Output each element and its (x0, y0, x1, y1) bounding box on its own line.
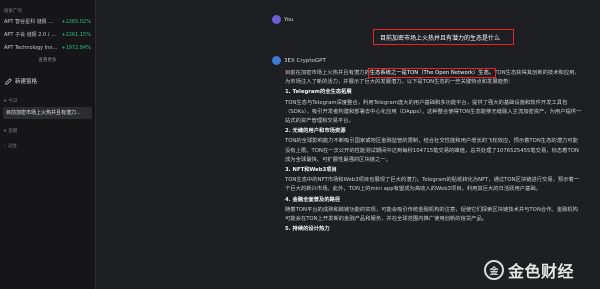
chevron-down-icon: ▾ (4, 128, 7, 134)
new-chat-button[interactable]: 新建窗格 (0, 77, 95, 85)
section-title: 3. NFT和Web3项目 (285, 167, 337, 174)
older-label: 过往 (7, 144, 17, 149)
bot-avatar (272, 56, 281, 65)
brand-logo-text: 金色财经 (508, 262, 575, 281)
section-title: 4. 金融全面普及的路径 (285, 196, 341, 203)
view-more-link[interactable]: 查看更多 (0, 57, 95, 63)
section-body: TON的全球影响能力不断吸引国家或地区金融监管的限制，结合社交性能和用户增长的飞… (285, 138, 579, 163)
user-name: You (284, 17, 294, 23)
answer-intro: 目前在加密市场上火热并且有潜力的生态系统之一是TON（The Open Netw… (285, 68, 583, 87)
ticker-change: +2265.02% (61, 18, 91, 25)
section-title: 1. Telegram的全生态拓展 (285, 89, 352, 96)
bot-name: 3EX CryptoGPT (284, 58, 326, 64)
answer-intro-a: 目前在加密市场上火热并且有潜力的 (285, 70, 370, 76)
ticker-row[interactable]: APT 智谷星科 谜报 ... +2265.02% (0, 16, 95, 27)
chevron-down-icon: ▾ (4, 98, 7, 104)
watchlist-title: 搜索广场 (4, 9, 22, 14)
today-label: 今日 (8, 99, 18, 104)
section-title: 5. 持续的设计热力 (285, 226, 330, 233)
brand-watermark: 金 金色财经 (484, 258, 574, 282)
section-body: TON生态与Telegram深度整合，利用Telegram庞大的用户基础和多功能… (285, 99, 582, 125)
ticker-name: APT 智谷星科 谜报 ... (4, 19, 54, 25)
sidebar: 搜索广场 APT 智谷星科 谜报 ... +2265.02% APT 子会 谜报… (0, 0, 96, 289)
section-body: TON生态中的NFT市场和Web3项目也展现了巨大的潜力。Telegram的贴纸… (285, 177, 580, 193)
brand-logo-icon: 金 (484, 260, 504, 280)
section-body: 随着TON平台的成熟和跨链功能的实现，可能会吸引传统金融机构的注意，促使它们探索… (285, 206, 578, 223)
ticker-change: +2261.15% (61, 31, 91, 38)
ticker-name: APT Technology Inn... (4, 44, 58, 51)
section-title: 2. 无缝的用户和市场资源 (285, 128, 346, 135)
ticker-name: APT 子会 谜报 2.0 / ... (4, 32, 56, 38)
user-avatar (272, 15, 281, 24)
highlighted-phrase: 生态系统之一是TON（The Open Network）生态。 (367, 68, 497, 78)
history-item[interactable]: 目前加密市场上火热并且有潜力... (3, 107, 92, 119)
edit-icon (5, 77, 12, 85)
recent-group[interactable]: ▾ 近期 (0, 128, 95, 135)
ticker-row[interactable]: APT Technology Inn... +1972.84% (0, 42, 95, 53)
ticker-change: +1972.84% (61, 44, 91, 51)
chevron-right-icon: › (4, 143, 6, 149)
ticker-row[interactable]: APT 子会 谜报 2.0 / ... +2261.15% (0, 29, 95, 40)
today-group[interactable]: ▾ 今日 (0, 98, 95, 105)
older-group[interactable]: › 过往 (0, 143, 95, 150)
recent-label: 近期 (8, 129, 18, 134)
bot-answer: 目前在加密市场上火热并且有潜力的生态系统之一是TON（The Open Netw… (285, 68, 583, 235)
user-question: 目前加密市场上火热并且有潜力的生态是什么 (373, 29, 514, 45)
new-chat-label: 新建窗格 (15, 79, 38, 85)
